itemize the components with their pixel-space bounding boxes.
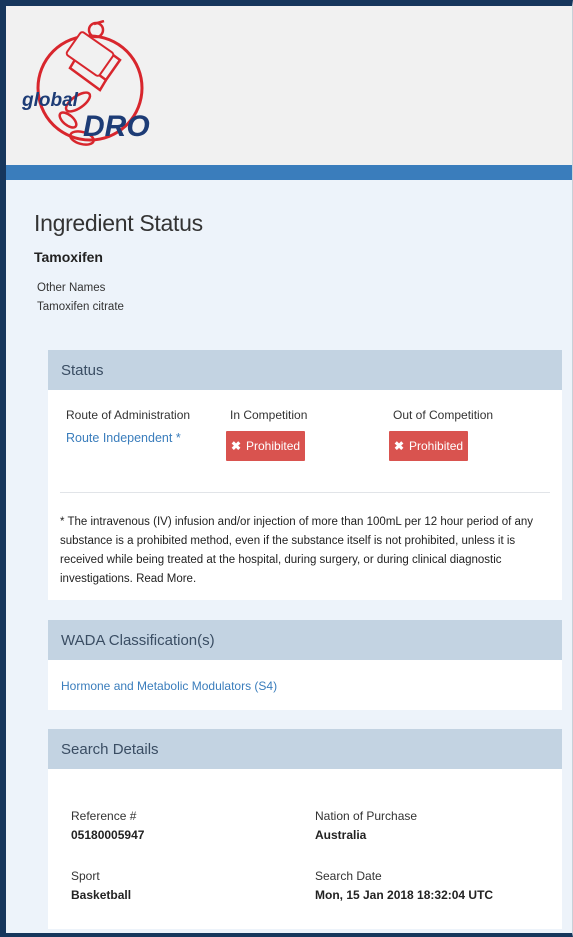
route-independent-link[interactable]: Route Independent * [66, 431, 181, 445]
iv-infusion-note: * The intravenous (IV) infusion and/or i… [60, 516, 534, 585]
ingredient-name: Tamoxifen [34, 249, 103, 265]
sport-value: Basketball [71, 888, 132, 902]
logo-graphic: global DRO [21, 19, 150, 146]
main-content: Ingredient Status Tamoxifen Other Names … [6, 180, 572, 933]
in-competition-header: In Competition [230, 408, 308, 422]
page-title: Ingredient Status [34, 210, 203, 236]
reference-label: Reference # [71, 809, 137, 823]
globaldro-logo[interactable]: global DRO [20, 19, 150, 165]
search-date-label: Search Date [315, 869, 382, 883]
status-panel-heading: Status [48, 350, 562, 390]
wada-panel-heading: WADA Classification(s) [48, 620, 562, 660]
sport-label: Sport [71, 869, 100, 883]
search-details-heading: Search Details [48, 729, 562, 769]
accent-bar [6, 165, 572, 180]
other-names-label: Other Names [37, 282, 106, 294]
out-competition-header: Out of Competition [393, 408, 494, 422]
search-date-value: Mon, 15 Jan 2018 18:32:04 UTC [315, 888, 494, 902]
divider [60, 492, 550, 493]
nation-value: Australia [315, 828, 367, 842]
header: global DRO [6, 6, 572, 165]
x-icon: ✖ [230, 439, 241, 453]
nation-label: Nation of Purchase [315, 809, 418, 823]
status-panel: Status Route of Administration In Compet… [48, 350, 562, 600]
x-icon: ✖ [393, 439, 404, 453]
in-competition-prohibited-badge: ✖ Prohibited [226, 431, 305, 461]
search-details-panel: Search Details Reference # 05180005947 N… [48, 729, 562, 929]
wada-panel: WADA Classification(s) Hormone and Metab… [48, 620, 562, 710]
route-header: Route of Administration [66, 408, 191, 422]
out-competition-prohibited-badge: ✖ Prohibited [389, 431, 468, 461]
logo-global-text: global [21, 90, 79, 111]
reference-value: 05180005947 [71, 828, 145, 842]
out-competition-prohibited-label: Prohibited [409, 439, 464, 453]
logo-dro-text: DRO [83, 110, 150, 143]
wada-classification-link[interactable]: Hormone and Metabolic Modulators (S4) [61, 679, 277, 693]
other-names-value: Tamoxifen citrate [37, 301, 124, 313]
in-competition-prohibited-label: Prohibited [246, 439, 301, 453]
